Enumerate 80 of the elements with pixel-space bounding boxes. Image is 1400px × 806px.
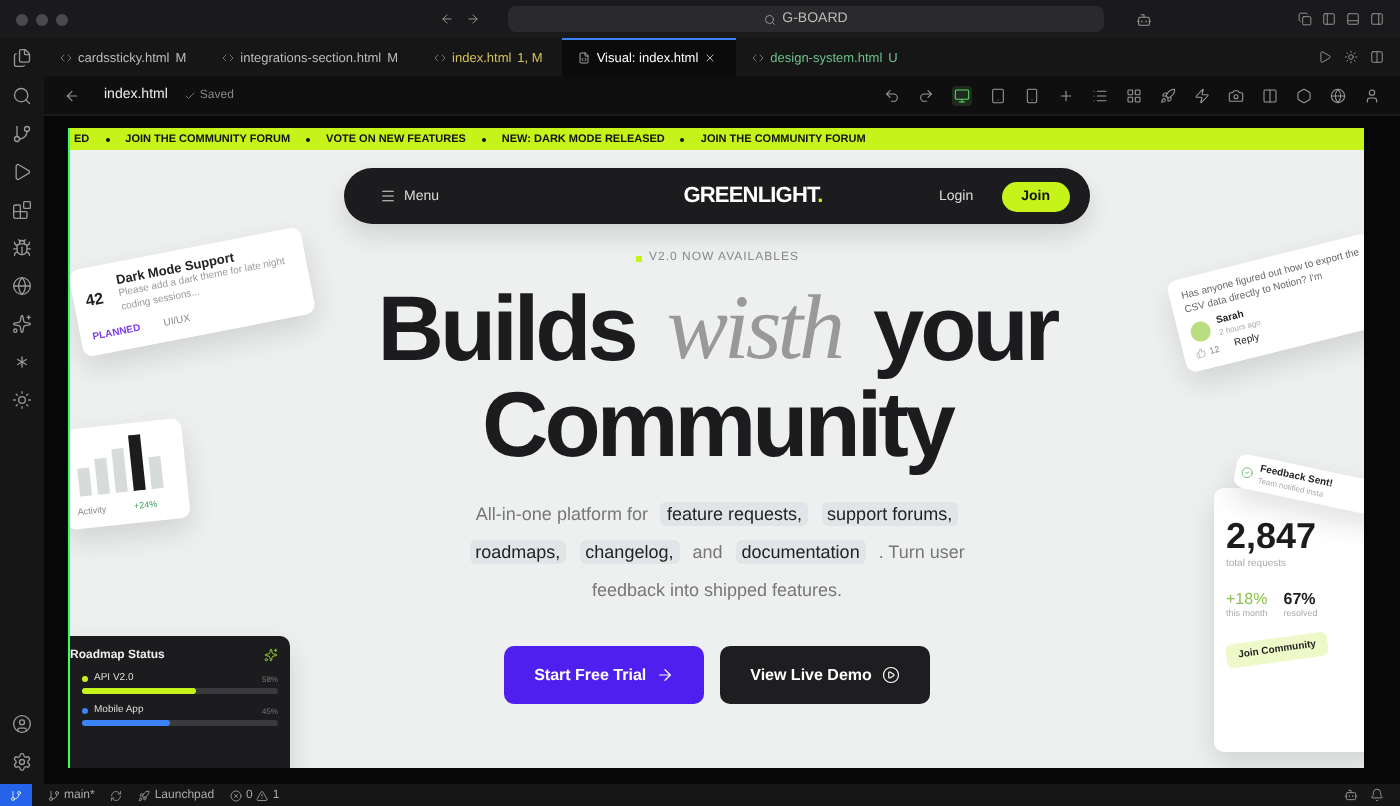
columns-icon[interactable]: [1262, 87, 1278, 103]
user-icon[interactable]: [1364, 87, 1380, 103]
check-icon: [183, 89, 196, 101]
tablet-icon[interactable]: [990, 87, 1006, 103]
resolved-value: 67%: [1283, 590, 1318, 608]
panel-left-icon[interactable]: [1322, 12, 1336, 26]
check-circle-icon: [1240, 464, 1255, 479]
thumbs-up-icon[interactable]: [1194, 346, 1207, 359]
camera-icon[interactable]: [1228, 87, 1244, 103]
bell-icon[interactable]: [1370, 788, 1384, 802]
code-icon: [752, 52, 765, 64]
growth-value: +18%: [1226, 590, 1268, 608]
headline-word: Builds: [377, 280, 635, 376]
account-icon[interactable]: [12, 714, 32, 734]
warning-icon[interactable]: [256, 789, 269, 801]
bug-icon[interactable]: [12, 238, 32, 258]
branch-icon: [48, 789, 60, 801]
redo-icon[interactable]: [918, 87, 934, 103]
list-icon[interactable]: [1092, 87, 1108, 103]
undo-icon[interactable]: [884, 87, 900, 103]
bolt-icon[interactable]: [1194, 87, 1210, 103]
forward-icon[interactable]: [466, 12, 480, 26]
logo[interactable]: GREENLIGHT.: [683, 184, 823, 208]
feature-chip: support forums,: [821, 502, 959, 526]
explorer-icon[interactable]: [12, 48, 32, 68]
description-text: feedback into shipped features.: [591, 580, 843, 600]
remote-button[interactable]: [0, 784, 32, 806]
hexagon-icon[interactable]: [1296, 87, 1312, 103]
description-text: . Turn user: [878, 542, 965, 562]
settings-icon[interactable]: [12, 752, 32, 772]
search-icon[interactable]: [12, 86, 32, 106]
arrow-right-icon: [656, 666, 675, 684]
layout-icon[interactable]: [1298, 12, 1312, 26]
headline-word: your: [873, 280, 1057, 376]
extensions-icon[interactable]: [12, 200, 32, 220]
split-editor-icon[interactable]: [1370, 50, 1384, 64]
code-icon: [222, 52, 235, 64]
copilot-icon[interactable]: [1136, 11, 1152, 27]
copilot-icon[interactable]: [1344, 788, 1358, 802]
headline-word: Community: [482, 376, 952, 472]
avatar: [1188, 318, 1213, 343]
feature-chip: changelog,: [579, 540, 680, 564]
description-text: All-in-one platform for: [475, 504, 648, 524]
source-control-icon[interactable]: [12, 124, 32, 144]
headline-word: wisth: [666, 280, 842, 376]
run-debug-icon[interactable]: [12, 162, 32, 182]
total-count: 2,847: [1226, 516, 1319, 558]
feature-chip: documentation: [735, 540, 866, 564]
sync-icon[interactable]: [110, 789, 123, 801]
panel-bottom-icon[interactable]: [1346, 12, 1360, 26]
play-icon: [881, 666, 900, 684]
rocket-icon[interactable]: [1160, 87, 1176, 103]
back-icon[interactable]: [64, 87, 80, 103]
desktop-icon[interactable]: [954, 87, 970, 103]
search-icon: [764, 13, 777, 25]
close-icon[interactable]: [704, 52, 717, 64]
back-icon[interactable]: [440, 12, 454, 26]
menu-icon: [380, 188, 396, 204]
vote-count: 42: [83, 288, 105, 310]
remote-icon: [10, 789, 22, 801]
asterisk-icon[interactable]: [12, 352, 32, 372]
code-icon: [434, 52, 447, 64]
error-icon[interactable]: [230, 789, 243, 801]
feature-chip: roadmaps,: [469, 540, 567, 564]
code-icon: [60, 52, 72, 64]
run-icon[interactable]: [1318, 50, 1332, 64]
panel-right-icon[interactable]: [1370, 12, 1384, 26]
sparkle-icon[interactable]: [12, 314, 32, 334]
grid-icon[interactable]: [1126, 87, 1142, 103]
phone-icon[interactable]: [1024, 87, 1040, 103]
globe-icon[interactable]: [12, 276, 32, 296]
description-text: and: [692, 542, 723, 562]
globe-icon[interactable]: [1330, 87, 1346, 103]
file-icon: [578, 52, 591, 64]
rocket-icon[interactable]: [138, 789, 151, 801]
start-trial-button[interactable]: Start Free Trial: [504, 646, 705, 704]
live-demo-button[interactable]: View Live Demo: [720, 646, 930, 704]
sparkle-icon: [264, 648, 278, 662]
feature-chip: feature requests,: [660, 502, 809, 526]
add-icon[interactable]: [1058, 87, 1074, 103]
